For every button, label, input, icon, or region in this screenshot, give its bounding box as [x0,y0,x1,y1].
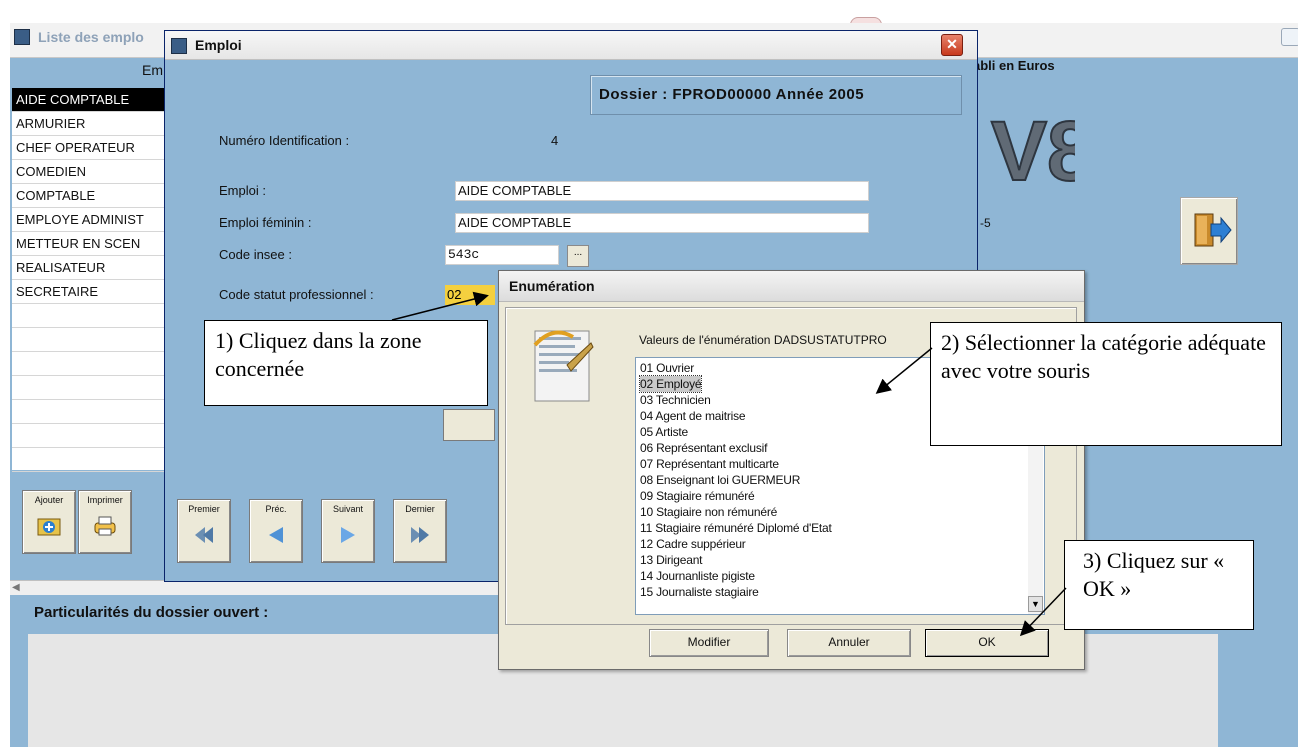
job-column-header[interactable]: Em [12,58,167,86]
exit-door-icon [1194,213,1232,247]
emploi-label: Emploi : [219,183,266,198]
enum-option[interactable]: 10 Stagiaire non rémunéré [640,504,777,520]
enum-option[interactable]: 08 Enseignant loi GUERMEUR [640,472,800,488]
enum-option[interactable]: 09 Stagiaire rémunéré [640,488,755,504]
enumeration-title: Enumération [509,278,595,294]
minus-five-value: -5 [980,216,991,230]
code-statut-label: Code statut professionnel : [219,287,374,302]
enum-option[interactable]: 11 Stagiaire rémunéré Diplomé d'Etat [640,520,832,536]
emploi-title: Emploi [195,37,242,53]
app-window-icon [14,29,30,45]
horizontal-scrollbar[interactable]: ◀ [10,580,498,595]
emploi-feminin-label: Emploi féminin : [219,215,312,230]
job-row-empty[interactable] [12,328,167,352]
add-button[interactable]: Ajouter [22,490,76,554]
emploi-input[interactable]: AIDE COMPTABLE [455,181,869,201]
enum-option[interactable]: 13 Dirigeant [640,552,703,568]
last-record-label: Dernier [405,504,435,514]
list-toolbar: Ajouter Imprimer [12,484,167,574]
dossier-label: Dossier : FPROD00000 Année 2005 [599,86,865,103]
previous-record-button[interactable]: Préc. [249,499,303,563]
next-record-label: Suivant [332,504,364,514]
enum-option[interactable]: 15 Journaliste stagiaire [640,584,759,600]
emploi-feminin-input[interactable]: AIDE COMPTABLE [455,213,869,233]
enum-option[interactable]: 06 Représentant exclusif [640,440,767,456]
emploi-window-icon [171,38,187,54]
add-folder-icon [37,518,61,536]
job-row-empty[interactable] [12,304,167,328]
enum-option[interactable]: 03 Technicien [640,392,711,408]
job-row-empty[interactable] [12,400,167,424]
version-logo: V8 [985,88,1095,199]
ok-button[interactable]: OK [925,629,1049,657]
job-row[interactable]: EMPLOYE ADMINIST [12,208,167,232]
enum-option[interactable]: 07 Représentant multicarte [640,456,779,472]
job-row[interactable]: ARMURIER [12,112,167,136]
code-insee-input[interactable]: 543c [445,245,559,265]
first-record-button[interactable]: Premier [177,499,231,563]
code-statut-input[interactable]: 02 [445,285,495,305]
print-button-label: Imprimer [87,495,123,505]
enum-option[interactable]: 05 Artiste [640,424,688,440]
job-column-header-label: Em [142,62,163,78]
job-row[interactable]: AIDE COMPTABLE [12,88,167,112]
previous-arrow-icon [269,527,283,543]
scroll-left-icon[interactable]: ◀ [12,582,20,593]
job-row[interactable]: SECRETAIRE [12,280,167,304]
printer-icon [94,516,116,536]
add-button-label: Ajouter [34,495,64,505]
code-insee-label: Code insee : [219,247,292,262]
job-row[interactable]: REALISATEUR [12,256,167,280]
version-logo-text: V8 [991,104,1075,198]
close-icon: ✕ [946,36,958,52]
job-row-empty[interactable] [12,424,167,448]
enum-option[interactable]: 14 Journanliste pigiste [640,568,755,584]
enumeration-titlebar: Enumération [499,271,1084,302]
emploi-titlebar: Emploi ✕ [165,31,977,60]
job-row[interactable]: CHEF OPERATEUR [12,136,167,160]
annotation-step-3: 3) Cliquez sur « OK » [1064,540,1254,630]
enumeration-caption: Valeurs de l'énumération DADSUSTATUTPRO [639,333,887,347]
enum-option[interactable]: 04 Agent de maitrise [640,408,746,424]
next-record-button[interactable]: Suivant [321,499,375,563]
modify-button[interactable]: Modifier [649,629,769,657]
job-row[interactable]: METTEUR EN SCEN [12,232,167,256]
exit-button[interactable] [1180,197,1238,265]
job-row[interactable]: COMEDIEN [12,160,167,184]
previous-record-label: Préc. [265,504,287,514]
code-insee-lookup-button[interactable]: ... [567,245,589,267]
numero-label: Numéro Identification : [219,133,350,148]
job-row-empty[interactable] [12,448,167,472]
job-row[interactable]: COMPTABLE [12,184,167,208]
first-arrow-icon [195,527,213,543]
annotation-step-1: 1) Cliquez dans la zone concernée [204,320,488,406]
job-list: AIDE COMPTABLE ARMURIER CHEF OPERATEUR C… [12,88,167,472]
numero-value: 4 [551,133,559,148]
job-row-empty[interactable] [12,376,167,400]
print-button[interactable]: Imprimer [78,490,132,554]
close-button[interactable]: ✕ [941,34,963,56]
enum-option[interactable]: 01 Ouvrier [640,360,694,376]
currency-label: abli en Euros [973,58,1055,73]
first-record-label: Premier [188,504,220,514]
annotation-step-2: 2) Sélectionner la catégorie adéquate av… [930,322,1282,446]
next-arrow-icon [341,527,355,543]
particularites-heading: Particularités du dossier ouvert : [34,604,269,621]
cancel-button[interactable]: Annuler [787,629,911,657]
job-list-title: Liste des emplo [38,29,144,45]
enum-option[interactable]: 12 Cadre suppérieur [640,536,746,552]
hidden-dialog-button[interactable] [443,409,495,441]
minimize-button[interactable] [1281,28,1298,46]
enum-option-selected[interactable]: 02 Employé [638,375,703,393]
job-row-empty[interactable] [12,352,167,376]
notepad-icon [533,330,594,402]
dossier-banner: Dossier : FPROD00000 Année 2005 [590,75,962,115]
last-arrow-icon [411,527,429,543]
last-record-button[interactable]: Dernier [393,499,447,563]
scroll-down-icon[interactable]: ▼ [1028,596,1043,612]
